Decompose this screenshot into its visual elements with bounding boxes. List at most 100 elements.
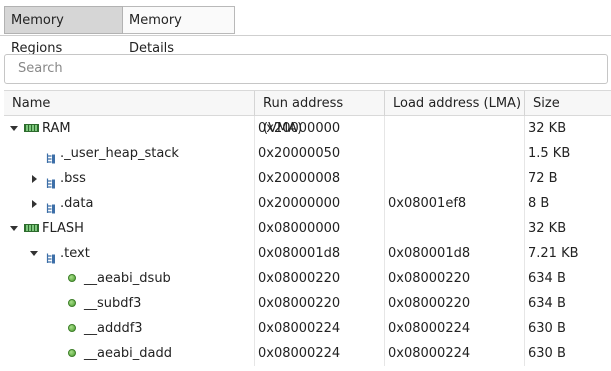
table-body: RAM 0x20000000 32 KB ._user_heap_stack 0x200…	[4, 116, 611, 366]
run-address-cell: 0x08000224	[258, 321, 341, 336]
table-row[interactable]: .data 0x20000000 0x08001ef8 8 B	[4, 191, 611, 216]
size-cell: 630 B	[528, 321, 566, 336]
run-address-cell: 0x20000050	[258, 146, 341, 161]
column-divider	[254, 116, 255, 141]
run-address-cell: 0x08000220	[258, 271, 341, 286]
table-row[interactable]: __subdf3 0x08000220 0x08000220 634 B	[4, 291, 611, 316]
size-cell: 7.21 KB	[528, 246, 579, 261]
column-divider	[384, 241, 385, 266]
symbol-icon	[68, 274, 76, 282]
table-row[interactable]: .text 0x080001d8 0x080001d8 7.21 KB	[4, 241, 611, 266]
search-input[interactable]	[18, 61, 594, 76]
expand-arrow-down-icon[interactable]	[28, 241, 40, 266]
column-divider	[524, 166, 525, 191]
column-divider	[254, 141, 255, 166]
column-header-name[interactable]: Name	[4, 91, 254, 116]
column-divider	[524, 116, 525, 141]
size-cell: 32 KB	[528, 121, 567, 136]
column-divider	[384, 341, 385, 366]
run-address-cell: 0x20000008	[258, 171, 341, 186]
column-divider	[254, 341, 255, 366]
table-row[interactable]: FLASH 0x08000000 32 KB	[4, 216, 611, 241]
section-icon	[46, 248, 56, 264]
table-row[interactable]: RAM 0x20000000 32 KB	[4, 116, 611, 141]
run-address-cell: 0x08000000	[258, 221, 341, 236]
column-divider	[524, 141, 525, 166]
column-divider	[384, 166, 385, 191]
column-divider	[384, 266, 385, 291]
column-divider	[524, 316, 525, 341]
size-cell: 634 B	[528, 271, 566, 286]
size-cell: 72 B	[528, 171, 558, 186]
expand-arrow-right-icon[interactable]	[28, 166, 40, 191]
size-cell: 634 B	[528, 296, 566, 311]
load-address-cell: 0x08000220	[388, 296, 471, 311]
run-address-cell: 0x080001d8	[258, 246, 341, 261]
row-name: RAM	[42, 121, 71, 136]
column-header-load-address[interactable]: Load address (LMA)	[384, 91, 524, 116]
symbol-icon	[68, 349, 76, 357]
table-row[interactable]: .bss 0x20000008 72 B	[4, 166, 611, 191]
size-cell: 630 B	[528, 346, 566, 361]
column-divider	[254, 191, 255, 216]
row-name: __adddf3	[84, 321, 143, 336]
column-divider	[524, 341, 525, 366]
tab-bar-divider	[0, 35, 611, 36]
column-header-run-address[interactable]: Run address (VMA)	[254, 91, 384, 136]
row-name: __aeabi_dadd	[84, 346, 173, 361]
load-address-cell: 0x08000224	[388, 346, 471, 361]
table-row[interactable]: __aeabi_dsub 0x08000220 0x08000220 634 B	[4, 266, 611, 291]
expand-arrow-down-icon[interactable]	[8, 216, 20, 241]
column-divider	[524, 291, 525, 316]
row-name: .text	[60, 246, 90, 261]
expand-arrow-down-icon[interactable]	[8, 116, 20, 141]
memory-table: Name Run address (VMA) Load address (LMA…	[4, 90, 611, 371]
row-name: __subdf3	[84, 296, 142, 311]
table-row[interactable]: __aeabi_dadd 0x08000224 0x08000224 630 B	[4, 341, 611, 366]
load-address-cell: 0x08000220	[388, 271, 471, 286]
run-address-cell: 0x20000000	[258, 121, 341, 136]
section-icon	[46, 198, 56, 214]
table-row[interactable]: ._user_heap_stack 0x20000050 1.5 KB	[4, 141, 611, 166]
load-address-cell: 0x08001ef8	[388, 196, 467, 211]
tab-bar: Memory Regions Memory Details	[0, 0, 611, 56]
table-row[interactable]: __adddf3 0x08000224 0x08000224 630 B	[4, 316, 611, 341]
column-divider	[254, 291, 255, 316]
run-address-cell: 0x08000224	[258, 346, 341, 361]
load-address-cell: 0x08000224	[388, 321, 471, 336]
size-cell: 1.5 KB	[528, 146, 571, 161]
memory-region-icon	[24, 124, 39, 132]
column-header-size[interactable]: Size	[524, 91, 611, 116]
column-divider	[384, 216, 385, 241]
section-icon	[46, 148, 56, 164]
column-divider	[254, 316, 255, 341]
search-box[interactable]	[4, 54, 608, 84]
column-divider	[384, 291, 385, 316]
column-divider	[254, 266, 255, 291]
column-divider	[384, 191, 385, 216]
column-divider	[254, 241, 255, 266]
symbol-icon	[68, 299, 76, 307]
size-cell: 8 B	[528, 196, 550, 211]
column-divider	[384, 141, 385, 166]
size-cell: 32 KB	[528, 221, 567, 236]
column-divider	[524, 266, 525, 291]
column-divider	[524, 216, 525, 241]
row-name: .data	[60, 196, 94, 211]
row-name: __aeabi_dsub	[84, 271, 171, 286]
run-address-cell: 0x20000000	[258, 196, 341, 211]
row-name: ._user_heap_stack	[60, 146, 179, 161]
column-divider	[524, 191, 525, 216]
column-divider	[384, 116, 385, 141]
memory-region-icon	[24, 224, 39, 232]
expand-arrow-right-icon[interactable]	[28, 191, 40, 216]
section-icon	[46, 173, 56, 189]
column-divider	[254, 166, 255, 191]
row-name: FLASH	[42, 221, 84, 236]
tab-memory-details[interactable]: Memory Details	[123, 6, 235, 56]
column-divider	[384, 316, 385, 341]
tab-memory-regions[interactable]: Memory Regions	[4, 6, 123, 56]
load-address-cell: 0x080001d8	[388, 246, 471, 261]
column-divider	[524, 241, 525, 266]
run-address-cell: 0x08000220	[258, 296, 341, 311]
